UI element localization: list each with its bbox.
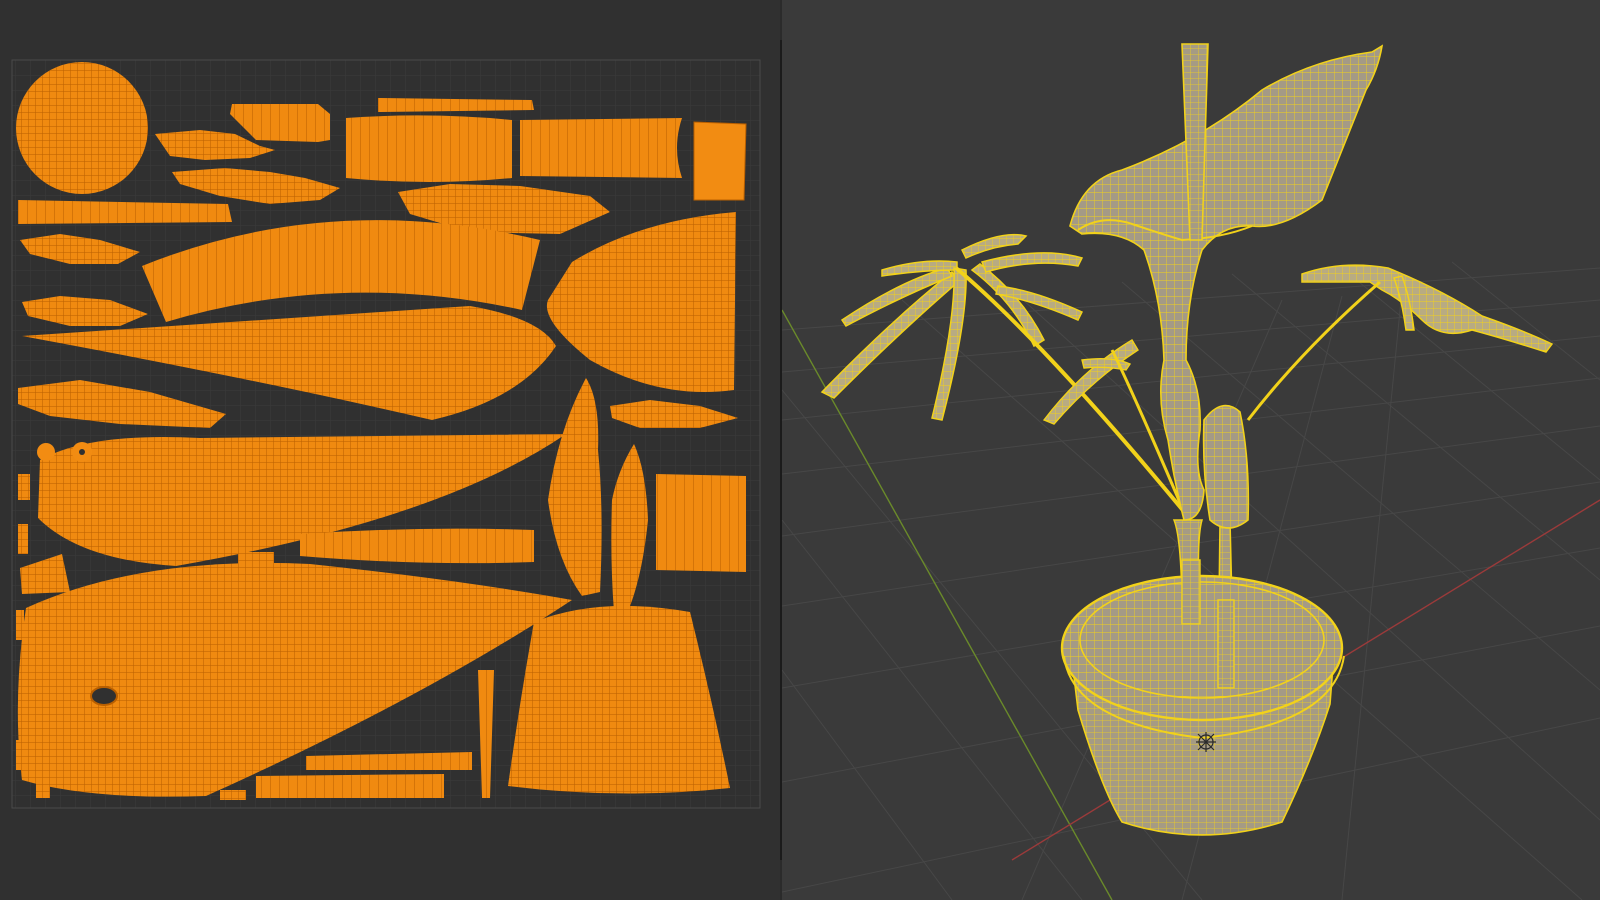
uv-island: [16, 740, 26, 770]
uv-island: [238, 552, 274, 564]
uv-island: [36, 774, 50, 798]
3d-cursor-icon: [1196, 732, 1216, 752]
uv-canvas[interactable]: [0, 0, 780, 900]
3d-viewport[interactable]: [782, 0, 1600, 900]
leaf-stem: [1246, 280, 1381, 421]
uv-island-hole: [79, 449, 85, 455]
uv-island: [18, 200, 232, 224]
uv-island: [220, 790, 246, 800]
uv-island: [520, 118, 682, 178]
uv-island: [378, 98, 534, 112]
uv-island: [16, 610, 24, 640]
leaf: [970, 263, 1045, 348]
cattail-head: [1202, 404, 1250, 529]
uv-editor[interactable]: [0, 0, 780, 900]
uv-island: [256, 774, 444, 798]
uv-island: [37, 443, 55, 461]
uv-island: [693, 121, 747, 201]
cattail-stalk-base: [1217, 599, 1235, 689]
viewport-canvas[interactable]: [782, 0, 1600, 900]
uv-island: [300, 528, 534, 564]
uv-island-hole: [90, 686, 118, 706]
leaf: [980, 252, 1084, 273]
pot-soil: [1079, 581, 1325, 699]
leaf: [1042, 339, 1139, 425]
leaf: [1301, 264, 1554, 353]
uv-island[interactable]: [16, 62, 148, 194]
uv-island: [346, 115, 512, 182]
plant-mesh[interactable]: [820, 43, 1554, 836]
uv-island: [18, 524, 28, 554]
uv-island: [18, 474, 30, 500]
uv-island: [656, 474, 746, 572]
main-stem-base: [1181, 559, 1201, 625]
